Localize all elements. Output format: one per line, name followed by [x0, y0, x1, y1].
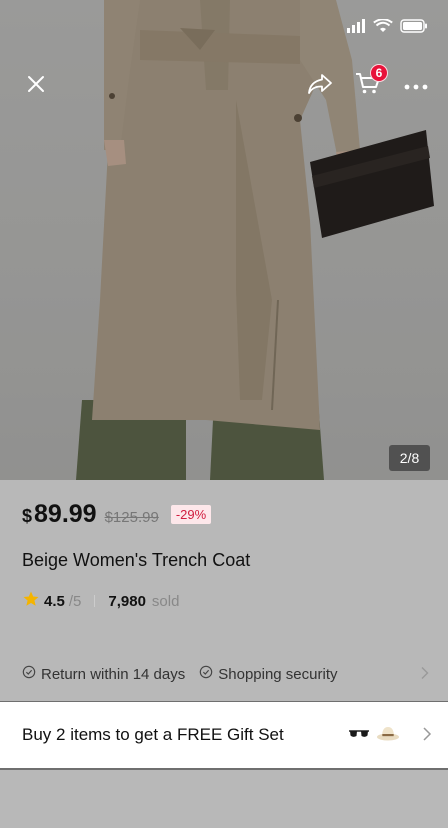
gift-set-promo[interactable]: Buy 2 items to get a FREE Gift Set — [0, 702, 448, 768]
original-price: $125.99 — [104, 509, 159, 526]
divider — [94, 595, 96, 607]
close-button[interactable] — [18, 68, 54, 104]
hat-icon — [376, 724, 400, 747]
share-button[interactable] — [302, 68, 338, 104]
sold-label: sold — [151, 592, 180, 610]
cart-badge: 6 — [370, 64, 388, 82]
battery-icon — [400, 18, 428, 38]
chevron-right-icon — [420, 666, 430, 684]
service-return-label: Return within 14 days — [41, 665, 186, 683]
currency-symbol: $ — [22, 506, 33, 526]
sunglasses-icon — [348, 727, 370, 745]
more-button[interactable] — [398, 68, 434, 104]
signal-icon — [346, 18, 366, 38]
price-row: $ 89.99 $125.99 -29% — [22, 500, 212, 529]
promo-text: Buy 2 items to get a FREE Gift Set — [22, 725, 284, 744]
product-title: Beige Women's Trench Coat — [22, 550, 251, 570]
check-circle-icon — [199, 665, 213, 683]
sold-count: 7,980 — [108, 592, 146, 610]
star-icon — [22, 590, 40, 612]
service-security-label: Shopping security — [218, 665, 338, 683]
rating-max: /5 — [68, 592, 82, 610]
discount-badge: -29% — [170, 505, 212, 524]
cart-button[interactable]: 6 — [350, 64, 388, 104]
check-circle-icon — [22, 665, 36, 683]
more-icon — [404, 77, 428, 95]
chevron-right-icon — [422, 726, 432, 747]
wifi-icon — [373, 17, 393, 38]
rating-row[interactable]: 4.5 /5 7,980 sold — [22, 590, 179, 612]
promo-icons — [348, 724, 400, 747]
service-security: Shopping security — [199, 665, 338, 683]
close-icon — [26, 74, 46, 99]
service-return: Return within 14 days — [22, 665, 185, 683]
service-guarantees[interactable]: Return within 14 days Shopping security — [22, 662, 432, 686]
share-icon — [307, 72, 333, 101]
next-section-card — [0, 770, 448, 828]
status-bar — [346, 17, 428, 38]
image-counter: 2/8 — [389, 445, 430, 471]
rating-value: 4.5 — [44, 592, 65, 610]
current-price: 89.99 — [34, 500, 97, 528]
